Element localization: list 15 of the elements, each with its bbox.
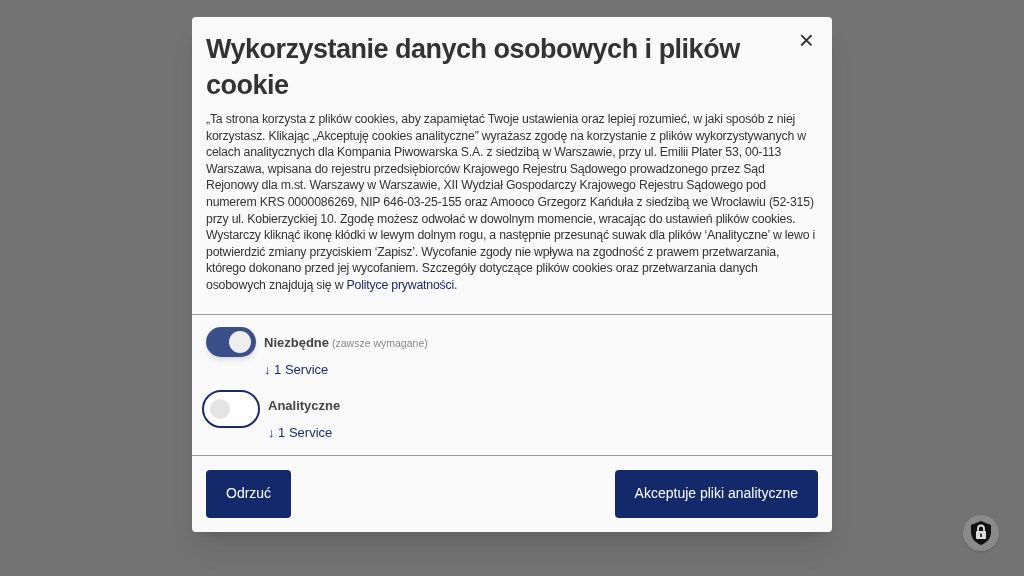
privacy-settings-button[interactable] (963, 515, 999, 551)
toggle-switch[interactable] (202, 389, 260, 428)
services-link[interactable]: ↓ 1 Service (268, 423, 333, 443)
dialog-title: Wykorzystanie danych osobowych i plików cookie (206, 33, 742, 102)
toggle-switch[interactable] (206, 326, 256, 357)
reject-button[interactable]: Odrzuć (206, 469, 292, 518)
shield-lock-icon (969, 520, 993, 546)
privacy-policy-link[interactable]: Polityce prywatności (346, 277, 454, 292)
category-label: Niezbędne (264, 333, 329, 352)
close-button[interactable]: × (794, 27, 818, 53)
category-label: Analityczne (268, 396, 341, 415)
accept-button[interactable]: Akceptuje pliki analityczne (614, 469, 818, 518)
consent-paragraph: „Ta strona korzysta z plików cookies, aby zapamiętać Twoje ustawienia oraz lepiej rozumieć, w jaki sposób z niej korzystasz. Klikając „Akceptuję cookies analityczne” wyrażasz zgodę na korzystanie z plików wykorzystywanych w celach analitycznych dla Kompania Piwowarska S.A. z siedzibą w Warszawie, przy ul. Emilii Plater 53, 00-113 Warszawa, wpisana do rejestru przedsiębiorców Krajowego Rejestru Sądowego prowadzonego przez Sąd Rejonowy dla m.st. Warszawy w Warszawie, XII Wydział Gospodarczy Krajowego Rejestru Sądowego pod numerem KRS 0000086269, NIP 646-03-25-155 oraz Amooco Grzegorz Kańduła z siedzibą we Wrocławiu (52-315) przy ul. Kobierzyckiej 10. Zgodę możesz odwołać w dowolnym momencie, wracając do ustawień plików cookies. Wystarczy kliknąć ikonę kłódki w lewym dolnym rogu, a następnie przesunąć suwak dla plików ‘Analityczne’ w lewo i potwierdzić zmiany przyciskiem ‘Zapisz’. Wycofanie zgody nie wpływa na zgodność z prawem przetwarzania, którego dokonano przed jej wycofaniem. Szczegóły dotyczące plików cookies oraz przetwarzania danych osobowych znajdują się w Polityce prywatności. (205, 111, 817, 294)
services-link[interactable]: ↓ 1 Service (264, 360, 329, 380)
category-note: (zawsze wymagane) (332, 335, 428, 351)
